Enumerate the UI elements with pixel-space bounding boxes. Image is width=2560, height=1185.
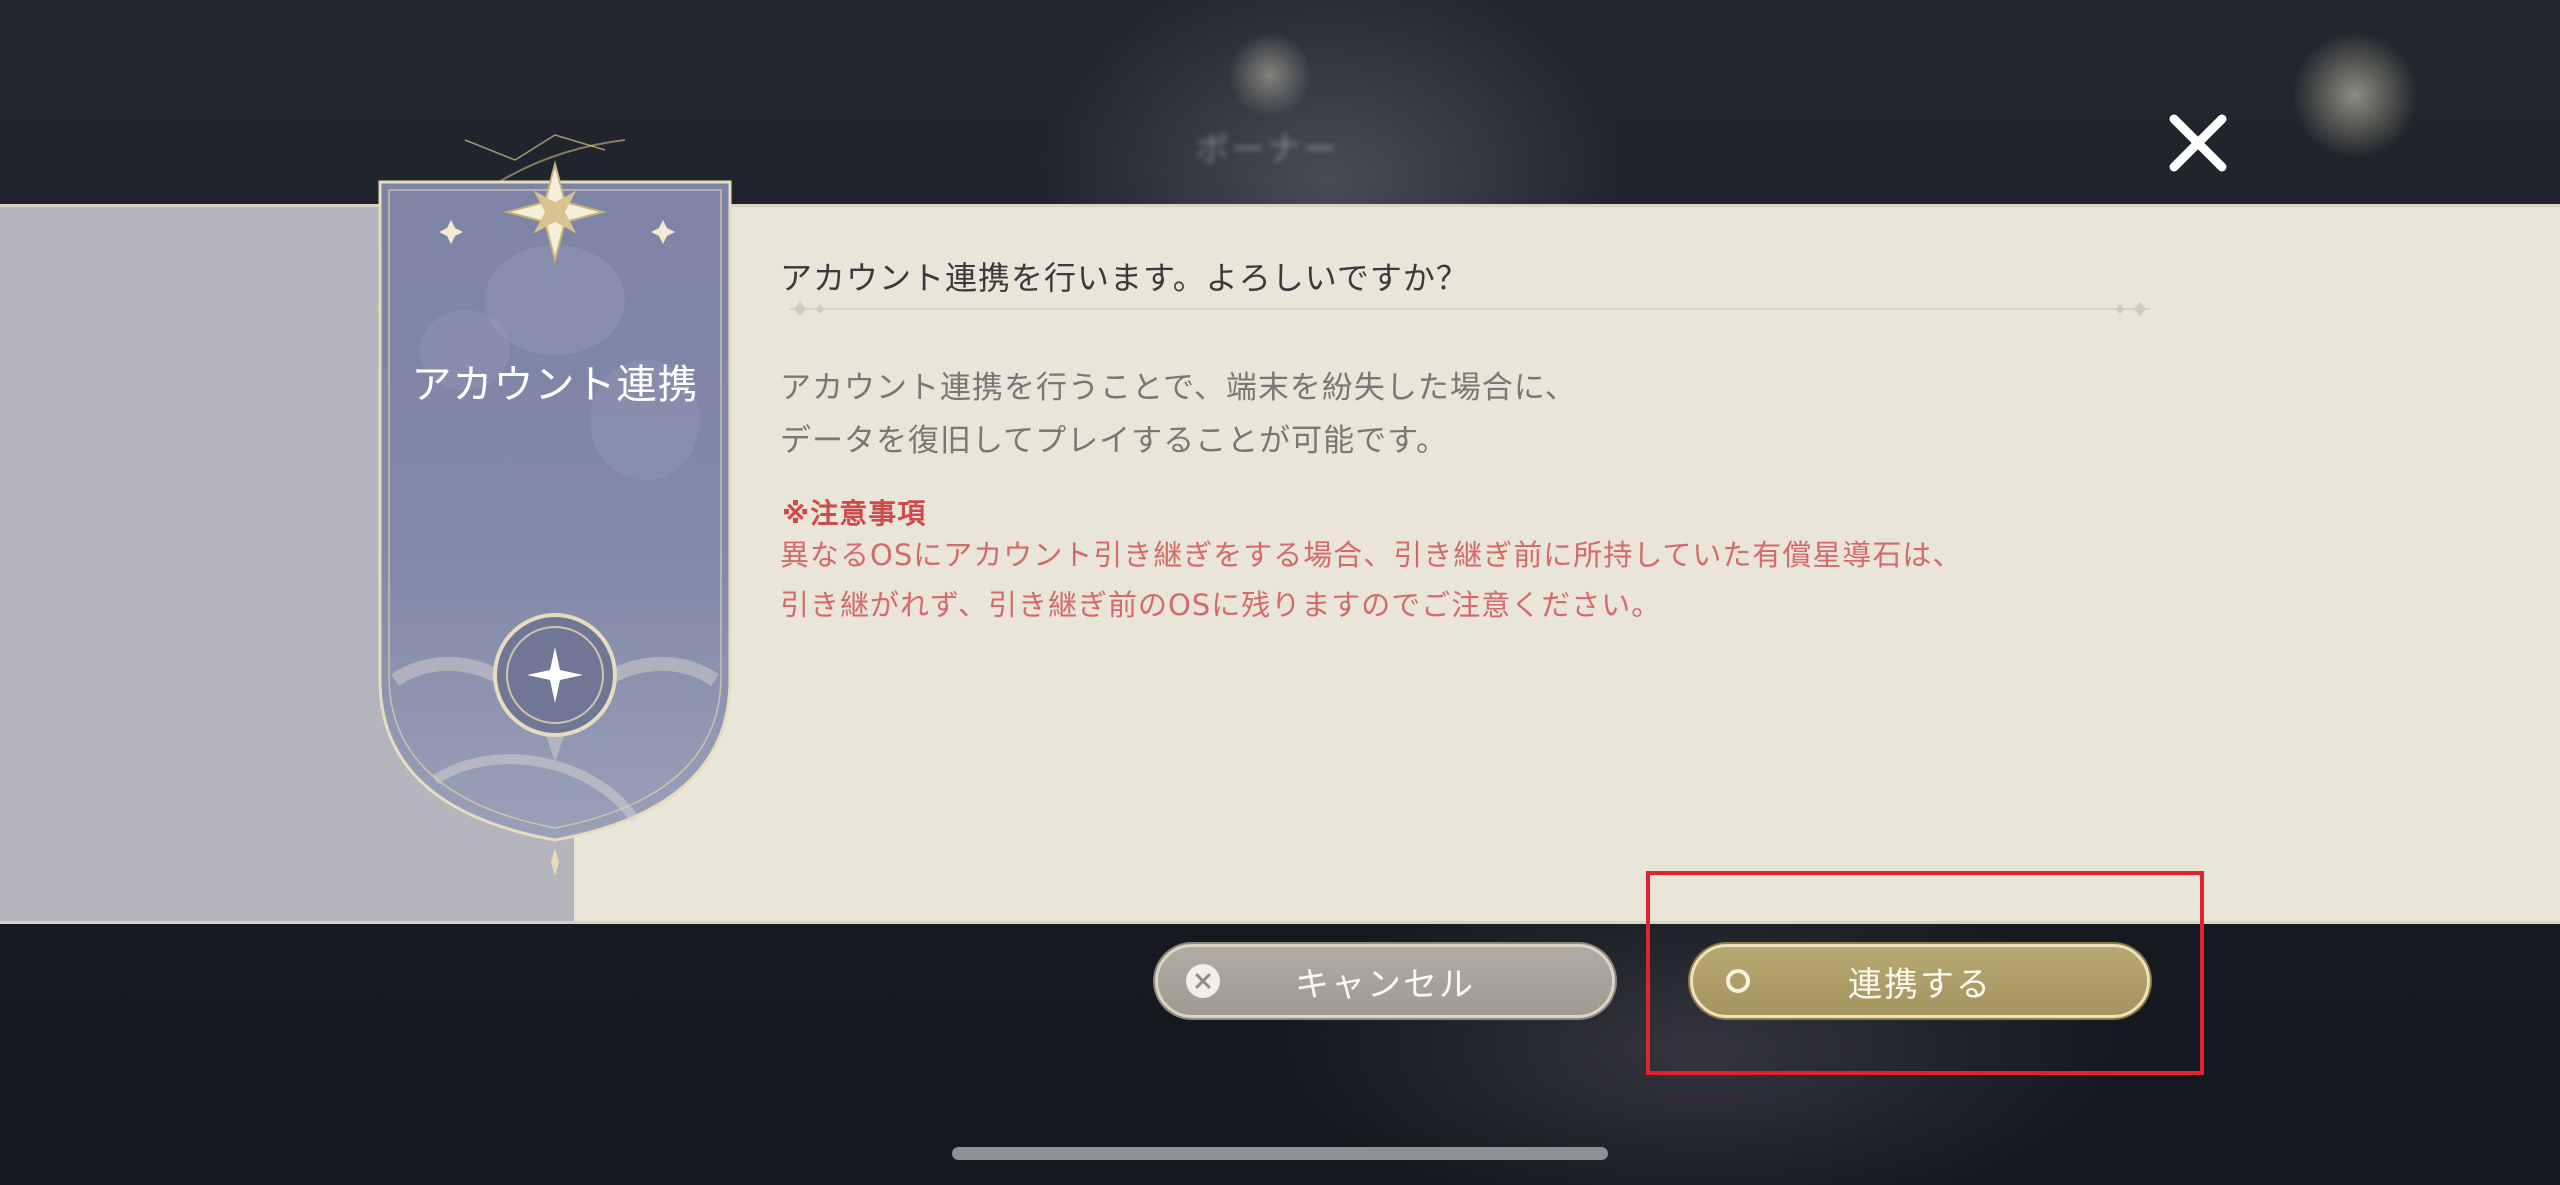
dialog-body: アカウント連携を行うことで、端末を紛失した場合に、 データを復旧してプレイするこ… [780,362,1577,468]
moon-star-emblem-icon [493,613,617,737]
body-line: アカウント連携を行うことで、端末を紛失した場合に、 [780,370,1577,406]
notice-title: ※注意事項 [782,497,927,530]
o-circle-icon [1721,964,1755,998]
banner-label: アカウント連携 [411,362,699,408]
home-indicator[interactable] [952,1147,1608,1160]
dialog-heading: アカウント連携を行います。よろしいですか？ [780,259,1469,297]
body-line: データを復旧してプレイすることが可能です。 [780,423,1448,459]
notice-line: 異なるOSにアカウント引き継ぎをする場合、引き継ぎ前に所持していた有償星導石は、 [780,538,1963,572]
background-title: ボーナー [1195,130,1339,170]
heading-divider [790,302,2150,316]
close-button[interactable] [2160,105,2236,181]
close-icon [2169,114,2227,172]
account-link-banner [375,134,732,876]
x-circle-icon [1186,964,1220,998]
cancel-button[interactable]: キャンセル [1155,944,1615,1018]
notice-line: 引き継がれず、引き継ぎ前のOSに残りますのでご注意ください。 [780,588,1662,622]
cancel-button-label: キャンセル [1295,964,1475,1005]
confirm-link-button[interactable]: 連携する [1690,944,2150,1018]
confirm-button-label: 連携する [1848,964,1992,1005]
notice-text: 異なるOSにアカウント引き継ぎをする場合、引き継ぎ前に所持していた有償星導石は、… [780,530,1962,630]
